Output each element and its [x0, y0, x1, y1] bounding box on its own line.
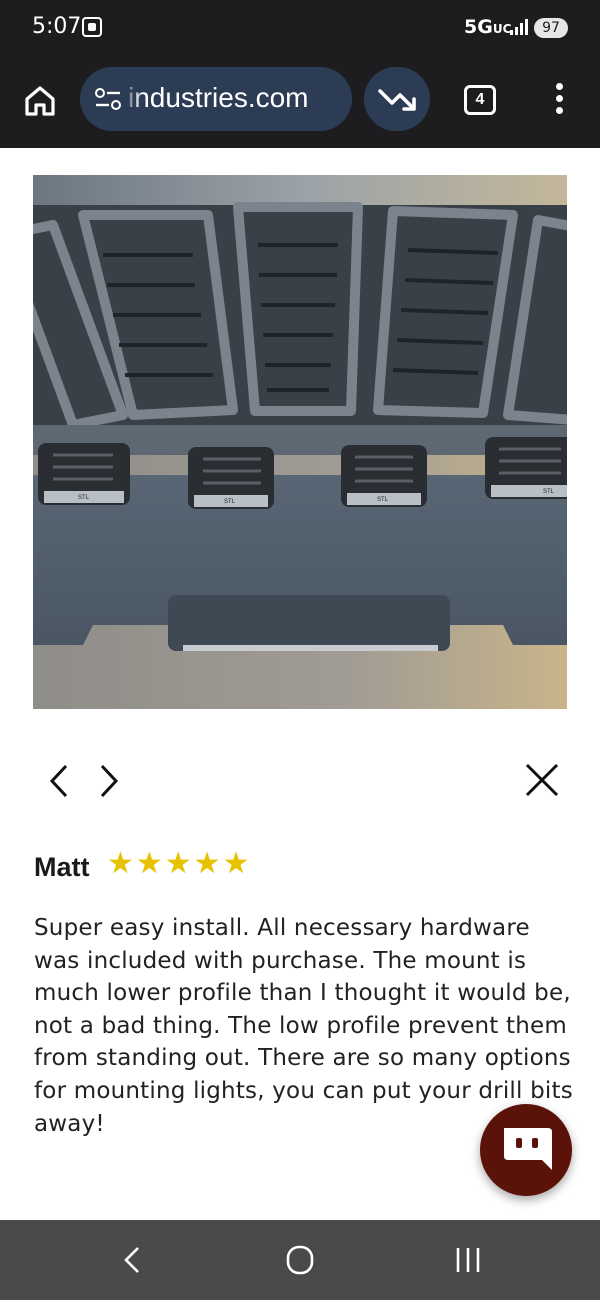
battery-indicator: 97 [534, 18, 568, 38]
home-icon[interactable] [22, 83, 58, 119]
network-type: 5G [464, 16, 493, 38]
back-icon[interactable] [112, 1242, 152, 1278]
signal-icon [510, 19, 528, 35]
system-navigation-bar [0, 1220, 600, 1300]
chat-button[interactable] [480, 1104, 572, 1196]
address-bar[interactable]: industries.com [80, 67, 352, 131]
close-icon[interactable] [522, 760, 562, 800]
recents-icon[interactable] [448, 1242, 488, 1278]
url-text: industries.com [128, 82, 309, 113]
browser-toolbar: industries.com 4 [0, 55, 600, 148]
network-suffix: UC [492, 22, 512, 36]
chat-icon [504, 1128, 552, 1170]
trending-down-icon [378, 89, 416, 111]
light-label: STL [377, 497, 389, 503]
tabs-button[interactable]: 4 [464, 85, 496, 115]
url-fade [122, 79, 142, 119]
network-indicator: 5GUC [464, 16, 511, 38]
review-photo[interactable]: STL STL STL STL [33, 175, 567, 709]
tune-icon[interactable] [94, 87, 122, 111]
status-bar: 5:07 5GUC 97 [0, 0, 600, 55]
light-label: STL [543, 489, 555, 495]
star-rating: ★★★★★ [107, 847, 252, 880]
home-circle-icon[interactable] [280, 1242, 320, 1278]
reviewer-name: Matt [34, 852, 90, 882]
status-time: 5:07 [32, 14, 82, 39]
screenshot-icon [82, 17, 102, 37]
chevron-right-icon[interactable] [88, 760, 128, 800]
more-vert-icon[interactable] [548, 81, 572, 117]
light-label: STL [224, 499, 236, 505]
trending-down-button[interactable] [364, 67, 430, 131]
chevron-left-icon[interactable] [40, 760, 80, 800]
jeep-grille-image: STL STL STL STL [33, 175, 567, 709]
light-label: STL [78, 495, 90, 501]
